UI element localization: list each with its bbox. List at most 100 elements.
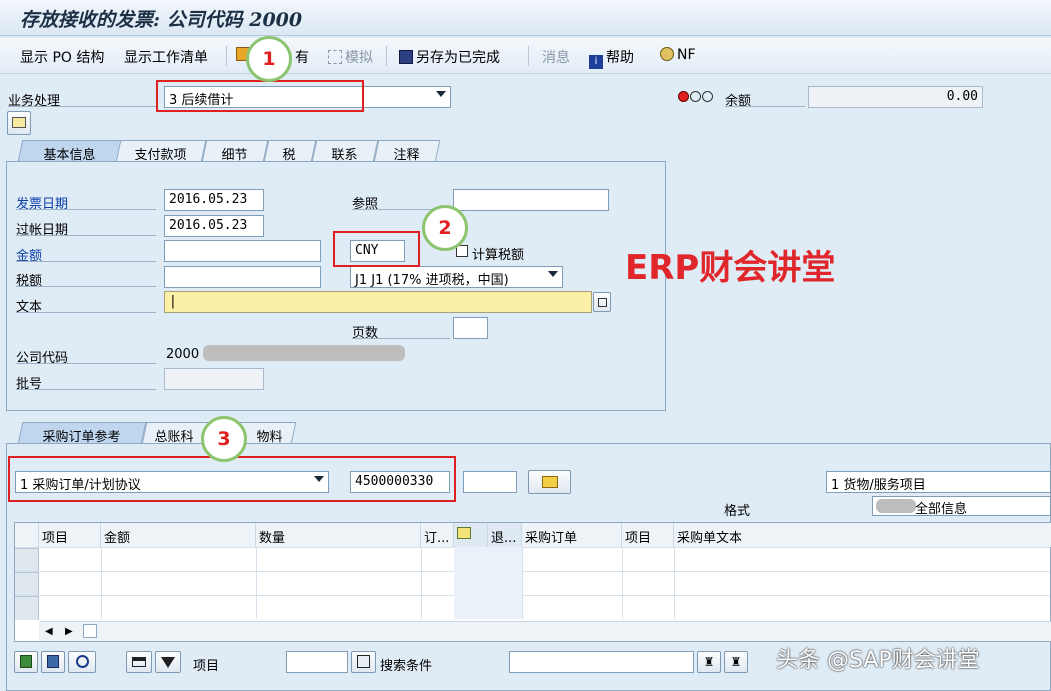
table-row[interactable]	[15, 571, 1050, 596]
scroll-right-icon[interactable]: ▶	[65, 626, 73, 637]
column-header-po-item[interactable]: 项目	[622, 523, 674, 547]
company-code-value: 2000	[166, 347, 200, 362]
search-criteria-icon	[357, 655, 370, 668]
column-divider	[674, 547, 675, 619]
column-divider	[101, 547, 102, 619]
select-all-button[interactable]	[41, 651, 65, 673]
row-selector[interactable]	[15, 572, 39, 596]
messages-button[interactable]: 消息	[542, 47, 570, 67]
scroll-left-icon[interactable]: ◀	[45, 626, 53, 637]
label-underline	[16, 235, 156, 236]
annotation-circle-1: 1	[246, 36, 292, 82]
search-criteria-button[interactable]	[351, 651, 376, 673]
text-field[interactable]: |	[164, 291, 592, 313]
column-header-order-unit[interactable]: 订...	[421, 523, 454, 547]
watermark-text: 头条 @SAP财会讲堂	[776, 648, 980, 673]
annotation-box-1	[156, 80, 364, 112]
tax-code-select[interactable]: J1 J1 (17% 进项税，中国)	[350, 266, 563, 288]
save-completed-button[interactable]: 另存为已完成	[399, 47, 500, 67]
tab-details[interactable]: 细节	[201, 140, 269, 163]
expand-header-button[interactable]	[7, 111, 31, 135]
label-underline	[16, 209, 156, 210]
chevron-down-icon	[436, 91, 446, 97]
column-header-return[interactable]: 退...	[488, 523, 522, 547]
annotation-box-3	[8, 456, 456, 502]
po-item-field[interactable]	[463, 471, 517, 493]
toolbar-separator	[386, 46, 387, 66]
tab-tax[interactable]: 税	[263, 140, 317, 163]
batch-field	[164, 368, 264, 390]
column-header-item[interactable]: 项目	[39, 523, 101, 547]
tax-amount-field[interactable]	[164, 266, 321, 288]
help-button[interactable]: i 帮助	[589, 47, 634, 69]
header-tabs: 基本信息 支付款项 细节 税 联系 注释	[16, 140, 616, 163]
column-header-check[interactable]	[454, 523, 488, 547]
items-table: 项目 金额 数量 订... 退... 采购订单 项目 采购单文本 ◀ ▶	[14, 522, 1051, 642]
label-underline	[16, 312, 156, 313]
find-next-button[interactable]: ♜	[724, 651, 748, 673]
row-selector[interactable]	[15, 596, 39, 620]
table-row[interactable]	[15, 547, 1050, 572]
find-button[interactable]: ♜	[697, 651, 721, 673]
posting-date-field[interactable]: 2016.05.23	[164, 215, 264, 237]
column-header-amount[interactable]: 金额	[101, 523, 256, 547]
select-all-cell[interactable]	[15, 523, 39, 547]
layout-label: 格式	[724, 504, 751, 519]
nf-button[interactable]: NF	[660, 47, 696, 63]
label-underline	[16, 389, 156, 390]
arrow-right-icon	[541, 476, 558, 488]
simulate-icon	[328, 50, 342, 64]
filter-button[interactable]	[155, 651, 181, 673]
coin-icon	[660, 47, 674, 61]
show-po-structure-button[interactable]: 显示 PO 结构	[20, 47, 104, 67]
application-toolbar: 显示 PO 结构 显示工作清单 有 模拟 另存为已完成 消息 i 帮助 NF	[0, 38, 1051, 74]
info-icon: i	[589, 55, 603, 69]
search-criteria-field[interactable]	[509, 651, 694, 673]
title-bar: 存放接收的发票: 公司代码 2000	[0, 0, 1051, 36]
table-row[interactable]	[15, 595, 1050, 620]
column-header-po[interactable]: 采购订单	[522, 523, 622, 547]
execute-button[interactable]	[528, 470, 571, 494]
sort-button[interactable]	[126, 651, 152, 673]
toolbar-separator	[226, 46, 227, 66]
footer-item-field[interactable]	[286, 651, 348, 673]
row-selector[interactable]	[15, 548, 39, 572]
refresh-icon	[75, 655, 89, 668]
horizontal-scrollbar[interactable]: ◀ ▶	[39, 621, 1051, 641]
reference-field[interactable]	[453, 189, 609, 211]
column-divider	[421, 547, 422, 619]
select-all-icon	[47, 655, 59, 668]
annotation-box-2	[333, 231, 420, 267]
search-criteria-label: 搜索条件	[380, 659, 433, 674]
simulate-button[interactable]: 模拟	[328, 47, 373, 67]
amount-field[interactable]	[164, 240, 321, 262]
label-underline	[16, 286, 156, 287]
label-underline	[725, 106, 805, 107]
folder-icon	[12, 117, 26, 128]
tab-basic-data[interactable]: 基本信息	[17, 140, 123, 163]
column-header-po-text[interactable]: 采购单文本	[674, 523, 1051, 547]
tab-po-reference[interactable]: 采购订单参考	[17, 422, 147, 445]
binoculars-icon: ♜	[703, 655, 715, 669]
refresh-button[interactable]	[68, 651, 96, 673]
brand-watermark: ERP财会讲堂	[625, 248, 836, 288]
invoice-date-field[interactable]: 2016.05.23	[164, 189, 264, 211]
show-worklist-button[interactable]: 显示工作清单	[124, 47, 208, 67]
column-header-quantity[interactable]: 数量	[256, 523, 421, 547]
label-underline	[16, 261, 156, 262]
goods-type-select[interactable]: 1 货物/服务项目	[826, 471, 1051, 493]
item-tabs: 采购订单参考 总账科 物料	[16, 422, 316, 445]
tab-notes[interactable]: 注释	[373, 140, 441, 163]
blurred-layout-prefix	[876, 499, 916, 513]
sort-icon	[132, 657, 146, 667]
tab-contact[interactable]: 联系	[311, 140, 379, 163]
pages-field[interactable]	[453, 317, 488, 339]
annotation-circle-3: 3	[201, 416, 247, 462]
expand-text-button[interactable]	[593, 292, 611, 312]
label-underline	[16, 363, 156, 364]
scroll-thumb[interactable]	[83, 624, 97, 638]
details-button[interactable]	[14, 651, 38, 673]
binoculars-next-icon: ♜	[730, 655, 742, 669]
tab-payment[interactable]: 支付款项	[115, 140, 207, 163]
blurred-company-name	[203, 345, 405, 361]
